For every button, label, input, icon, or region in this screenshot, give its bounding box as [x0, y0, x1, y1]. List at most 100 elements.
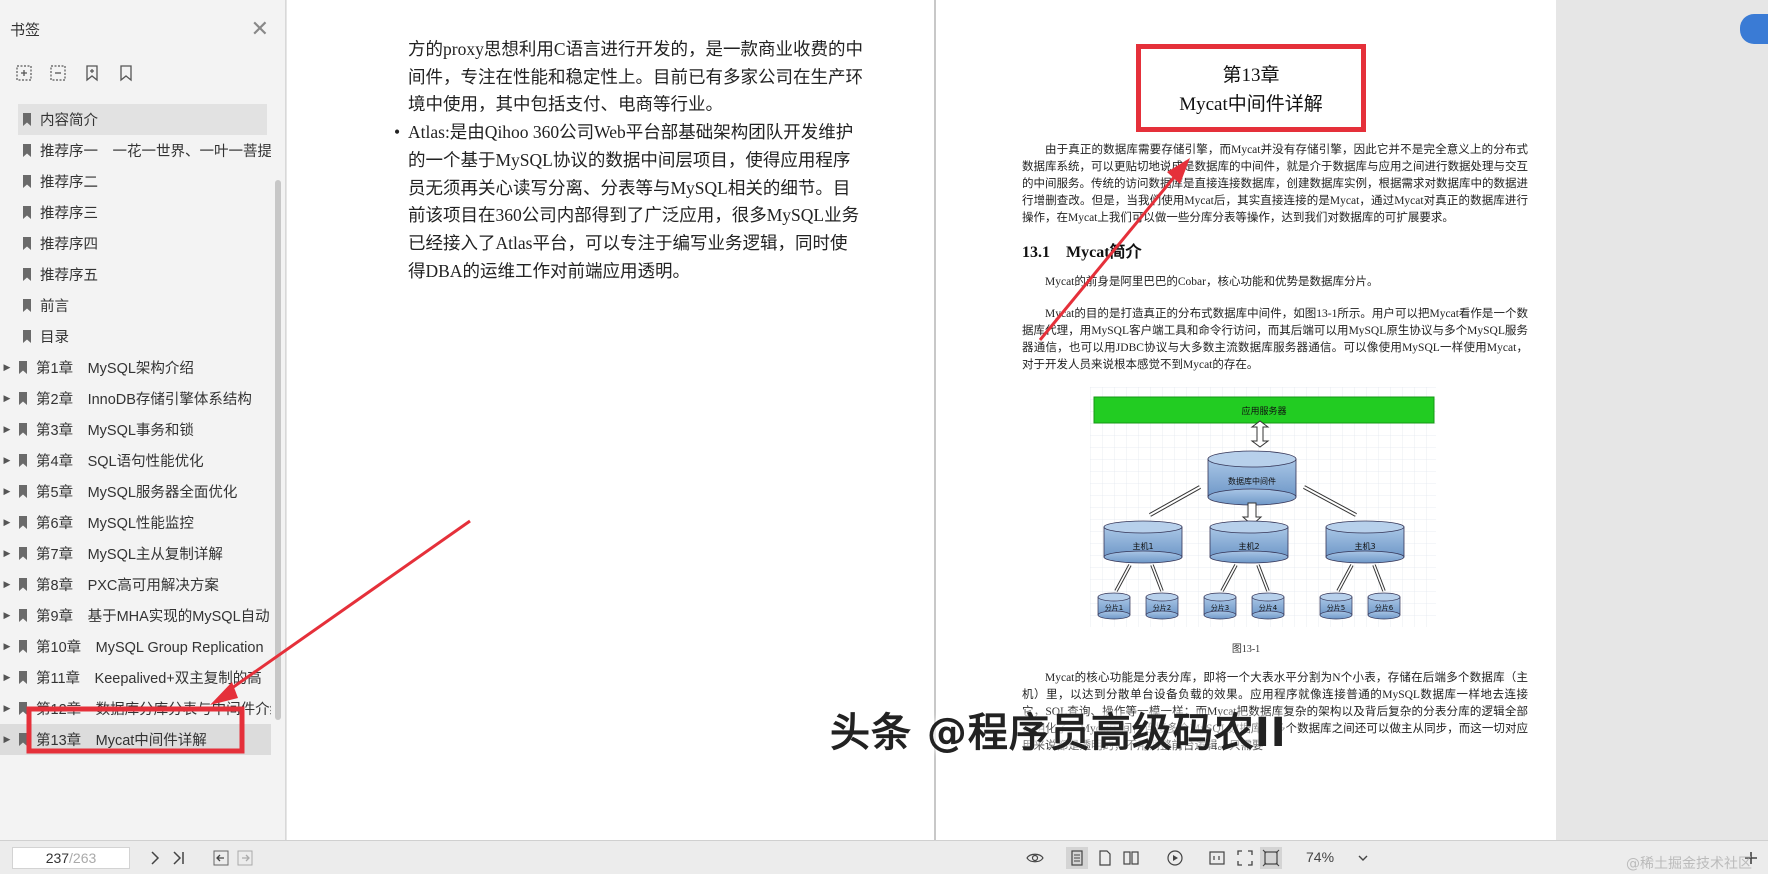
current-page: 237 [45, 850, 70, 866]
bullet-text: Atlas:是由Qihoo 360公司Web平台部基础架构团队开发维护的一个基于… [408, 122, 860, 281]
actual-size-icon[interactable] [1206, 847, 1228, 869]
sidebar-title: 书签 [10, 21, 41, 39]
paragraph-2: Mycat的目的是打造真正的分布式数据库中间件，如图13-1所示。用户可以把My… [1022, 306, 1528, 374]
eye-icon[interactable] [1024, 847, 1046, 869]
two-page-icon[interactable] [1120, 847, 1142, 869]
floating-tool-button[interactable] [1740, 14, 1768, 44]
sidebar-item-label: 目录 [40, 330, 69, 346]
architecture-figure: 应用服务器 数据库中间件 主机1 主机2 主机3 分片1 分片2 分片3 分片4… [1090, 387, 1436, 627]
shard-label-5: 分片5 [1327, 603, 1345, 612]
expand-arrow-icon[interactable]: ▶ [0, 362, 14, 373]
bullet-dot: • [394, 122, 401, 143]
expand-arrow-icon[interactable]: ▶ [0, 610, 14, 621]
fit-width-icon[interactable] [1260, 847, 1282, 869]
sidebar-item[interactable]: ▶ 第1章 MySQL架构介绍 [0, 352, 271, 383]
sidebar-item[interactable]: ▶ 第7章 MySQL主从复制详解 [0, 538, 271, 569]
expand-arrow-icon[interactable]: ▶ [0, 734, 14, 745]
expand-arrow-icon[interactable]: ▶ [0, 517, 14, 528]
fit-page-icon[interactable] [1234, 847, 1256, 869]
sidebar-item[interactable]: 推荐序五 [18, 259, 271, 290]
forward-icon[interactable] [234, 847, 256, 869]
expand-arrow-icon[interactable]: ▶ [0, 579, 14, 590]
bookmark-flag-icon [18, 516, 28, 529]
sidebar-item[interactable]: ▶ 第12章 数据库分库分表与中间件介绍 [0, 693, 271, 724]
next-page-icon[interactable] [144, 847, 166, 869]
watermark: 头条 @程序员高级码农II [830, 710, 1287, 756]
bookmark-flag-icon [18, 547, 28, 560]
zoom-dropdown-icon[interactable] [1352, 847, 1374, 869]
sidebar-item[interactable]: ▶ 第5章 MySQL服务器全面优化 [0, 476, 271, 507]
back-icon[interactable] [210, 847, 232, 869]
bookmark-sidebar: 书签 ✕ 内容简介推荐序一 一花一世界、一叶一菩提推荐序二 推荐序三 推荐序四推荐序… [0, 0, 286, 840]
single-page-icon[interactable] [1066, 847, 1088, 869]
section-heading: 13.1 Mycat简介 [1022, 244, 1142, 261]
bookmark-flag-icon [18, 671, 28, 684]
bookmark-flag-icon [18, 702, 28, 715]
expand-all-icon[interactable] [14, 63, 34, 83]
chapter-title: Mycat中间件详解 [1179, 94, 1323, 115]
expand-arrow-icon[interactable]: ▶ [0, 672, 14, 683]
sidebar-item-label: 第11章 Keepalived+双主复制的高 [36, 671, 262, 687]
sidebar-item[interactable]: 前言 [18, 290, 271, 321]
sidebar-item[interactable]: ▶ 第6章 MySQL性能监控 [0, 507, 271, 538]
document-icon[interactable] [1094, 847, 1116, 869]
last-page-icon[interactable] [168, 847, 190, 869]
add-bookmark-icon[interactable] [82, 63, 102, 83]
figure-caption: 图13-1 [1231, 644, 1261, 655]
bookmark-flag-icon [18, 609, 28, 622]
sidebar-scrollbar[interactable] [275, 180, 281, 720]
sidebar-item[interactable]: 推荐序一 一花一世界、一叶一菩提 [18, 135, 271, 166]
expand-arrow-icon[interactable]: ▶ [0, 486, 14, 497]
host-label-1: 主机1 [1132, 541, 1153, 551]
page-number-input[interactable]: 237/263 [12, 847, 130, 869]
sidebar-item[interactable]: ▶ 第11章 Keepalived+双主复制的高 [0, 662, 271, 693]
intro-text: 由于真正的数据库需要存储引擎，而Mycat并没有存储引擎，因此它并不是完全意义上… [1022, 144, 1528, 224]
sidebar-item-label: 第2章 InnoDB存储引擎体系结构 [36, 392, 252, 408]
bookmark-flag-icon [22, 206, 32, 219]
sidebar-item-label: 第6章 MySQL性能监控 [36, 516, 194, 532]
expand-arrow-icon[interactable]: ▶ [0, 455, 14, 466]
watermark-small: @稀土掘金技术社区 [1626, 856, 1752, 872]
sidebar-item[interactable]: 推荐序三 [18, 197, 271, 228]
paragraph: 方的proxy思想利用C语言进行开发的，是一款商业收费的中间件，专注在性能和稳定… [408, 39, 863, 115]
play-icon[interactable] [1164, 847, 1186, 869]
intro-paragraph: 由于真正的数据库需要存储引擎，而Mycat并没有存储引擎，因此它并不是完全意义上… [1022, 142, 1528, 227]
sidebar-item-label: 第12章 数据库分库分表与中间件介绍 [36, 702, 271, 718]
sidebar-item-label: 第4章 SQL语句性能优化 [36, 454, 204, 470]
sidebar-item[interactable]: ▶ 第13章 Mycat中间件详解 [0, 724, 271, 755]
sidebar-item-label: 第5章 MySQL服务器全面优化 [36, 485, 238, 501]
sidebar-item[interactable]: 推荐序二 [18, 166, 271, 197]
sidebar-item[interactable]: ▶ 第9章 基于MHA实现的MySQL自动 [0, 600, 271, 631]
chapter-number: 第13章 [1222, 65, 1280, 86]
sidebar-item[interactable]: ▶ 第4章 SQL语句性能优化 [0, 445, 271, 476]
expand-arrow-icon[interactable]: ▶ [0, 548, 14, 559]
bookmark-flag-icon [18, 392, 28, 405]
sidebar-item-label: 第3章 MySQL事务和锁 [36, 423, 194, 439]
shard-label-1: 分片1 [1105, 603, 1123, 612]
sidebar-item-label: 推荐序五 [40, 268, 98, 284]
sidebar-item-label: 前言 [40, 299, 69, 315]
host-label-2: 主机2 [1238, 541, 1259, 551]
sidebar-item[interactable]: ▶ 第3章 MySQL事务和锁 [0, 414, 271, 445]
expand-arrow-icon[interactable]: ▶ [0, 641, 14, 652]
sidebar-item[interactable]: 推荐序四 [18, 228, 271, 259]
expand-arrow-icon[interactable]: ▶ [0, 703, 14, 714]
close-icon[interactable]: ✕ [251, 18, 269, 40]
bookmark-flag-icon [18, 454, 28, 467]
bookmark-flag-icon [22, 299, 32, 312]
paragraph-1: Mycat的前身是阿里巴巴的Cobar，核心功能和优势是数据库分片。 [1022, 274, 1528, 291]
sidebar-item[interactable]: ▶ 第2章 InnoDB存储引擎体系结构 [0, 383, 271, 414]
zoom-level[interactable]: 74% [1306, 849, 1334, 865]
expand-arrow-icon[interactable]: ▶ [0, 393, 14, 404]
sidebar-item[interactable]: 内容简介 [18, 104, 267, 135]
sidebar-item[interactable]: 目录 [18, 321, 271, 352]
bookmark-icon[interactable] [116, 63, 136, 83]
bookmark-flag-icon [18, 361, 28, 374]
expand-arrow-icon[interactable]: ▶ [0, 424, 14, 435]
sidebar-item[interactable]: ▶ 第10章 MySQL Group Replication [0, 631, 271, 662]
architecture-diagram: 应用服务器 数据库中间件 主机1 主机2 主机3 分片1 分片2 分片3 分片4… [1090, 387, 1436, 627]
sidebar-item-label: 第7章 MySQL主从复制详解 [36, 547, 223, 563]
collapse-all-icon[interactable] [48, 63, 68, 83]
sidebar-item-label: 推荐序一 一花一世界、一叶一菩提 [40, 144, 271, 160]
sidebar-item[interactable]: ▶ 第8章 PXC高可用解决方案 [0, 569, 271, 600]
